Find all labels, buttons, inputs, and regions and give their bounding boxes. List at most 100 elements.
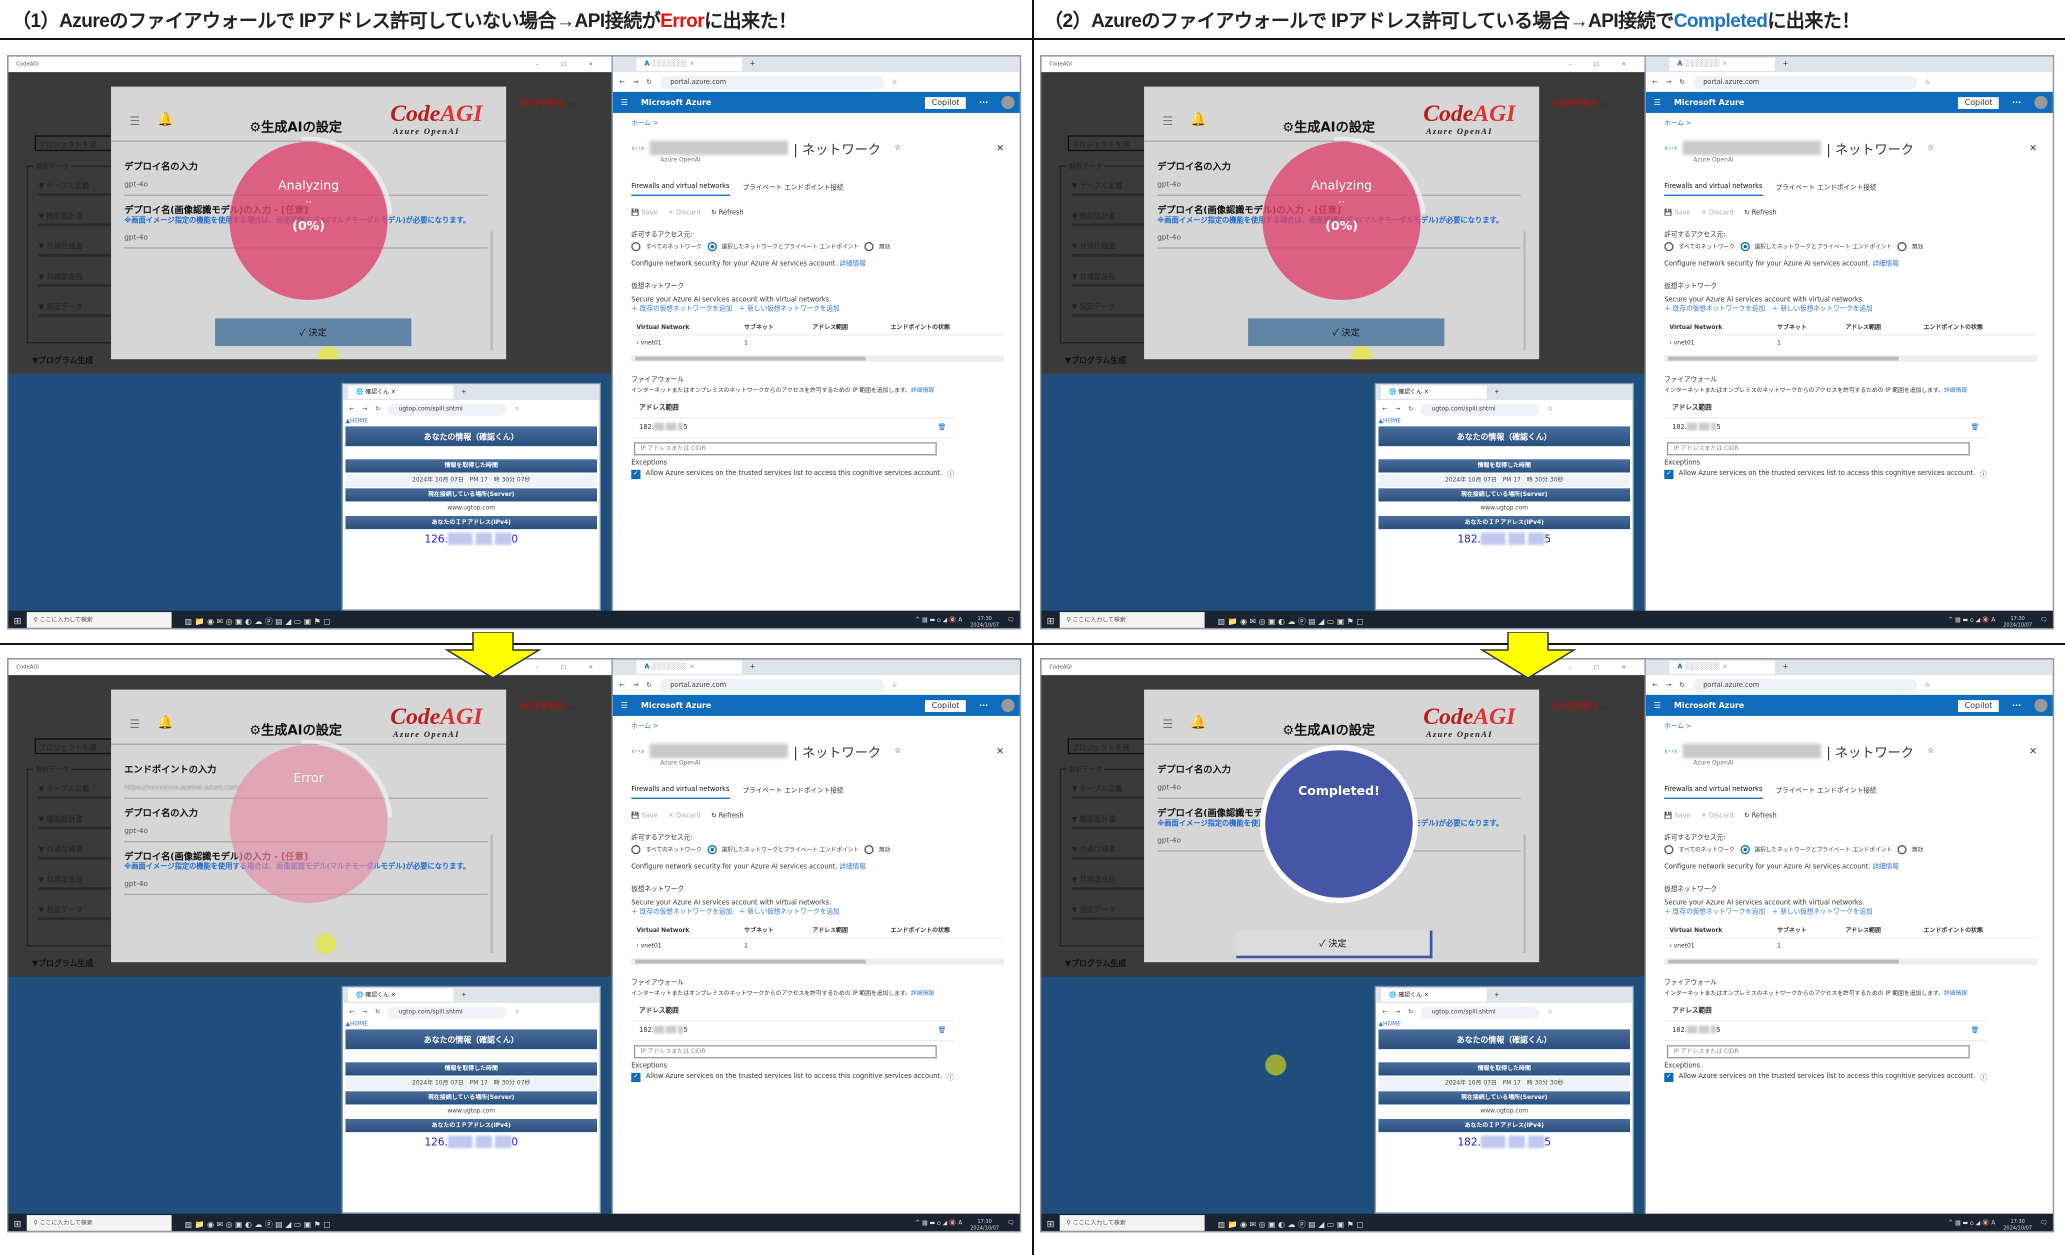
copilot-button[interactable]: Copilot [925, 96, 966, 109]
menu-icon[interactable]: ☰ [1654, 701, 1661, 710]
table-row[interactable]: › vnet01 1 [1664, 335, 2037, 353]
taskbar-apps[interactable]: ▥ 📁 ◉ ✉ ◎ ▣ ◐ ☁ ⓟ ▤ ◢ ▭ ▣ ⚑ ▢ [185, 1218, 331, 1229]
browser-tab[interactable]: A ░░░░░░░ × [1669, 660, 1775, 674]
add-new-vnet-link[interactable]: ＋ 新しい仮想ネットワークを追加 [739, 908, 840, 916]
browser-tab[interactable]: A ░░░░░░░ × [636, 660, 742, 674]
copilot-button[interactable]: Copilot [925, 699, 966, 712]
forward-icon[interactable]: → [1666, 78, 1672, 86]
horizontal-scrollbar[interactable] [1664, 958, 2037, 965]
refresh-button[interactable]: ↻ Refresh [711, 209, 743, 217]
taskbar-search[interactable]: ⚲ ここに入力して検索 [1059, 1215, 1205, 1231]
add-new-vnet-link[interactable]: ＋ 新しい仮想ネットワークを追加 [1772, 908, 1873, 916]
refresh-button[interactable]: ↻ Refresh [1744, 209, 1776, 217]
new-tab-button[interactable]: + [1783, 60, 1789, 68]
notification-icon[interactable]: 🗨 [1007, 1220, 1015, 1227]
notification-icon[interactable]: 🗨 [2040, 1220, 2048, 1227]
add-existing-vnet-link[interactable]: ＋ 既存の仮想ネットワークを追加 [1664, 908, 1765, 916]
forward-icon[interactable]: → [1666, 681, 1672, 689]
exception-checkbox[interactable]: ✓ [1664, 469, 1674, 480]
browser-tab[interactable]: 🌐 確認くん × [348, 385, 454, 399]
bell-icon[interactable]: 🔔 [1190, 113, 1206, 127]
program-generation-item[interactable]: ▼プログラム生成 [1065, 957, 1126, 969]
radio-button[interactable] [1897, 845, 1907, 855]
star-icon[interactable]: ☆ [892, 78, 898, 86]
back-icon[interactable]: ← [619, 78, 625, 86]
address-bar[interactable]: portal.azure.com [659, 75, 884, 89]
hamburger-menu-icon[interactable]: ☰ [1162, 116, 1173, 129]
address-bar[interactable]: portal.azure.com [1692, 75, 1917, 89]
confirm-button[interactable]: ✓ 決定 [1248, 318, 1445, 347]
info-icon[interactable]: ⓘ [947, 470, 954, 479]
horizontal-scrollbar[interactable] [1664, 355, 2037, 362]
more-icon[interactable]: ··· [2012, 701, 2021, 710]
more-icon[interactable]: ··· [979, 701, 988, 710]
back-icon[interactable]: ← [1652, 681, 1658, 689]
more-info-link[interactable]: 詳細情報 [1872, 260, 1898, 268]
add-existing-vnet-link[interactable]: ＋ 既存の仮想ネットワークを追加 [631, 305, 732, 313]
refresh-button[interactable]: ↻ Refresh [711, 812, 743, 820]
hamburger-menu-icon[interactable]: ☰ [129, 116, 140, 129]
favorite-star-icon[interactable]: ☆ [1927, 143, 1934, 152]
save-button[interactable]: 💾 Save [1664, 209, 1690, 217]
save-button[interactable]: 💾 Save [631, 209, 657, 217]
tab-firewalls[interactable]: Firewalls and virtual networks [631, 183, 730, 196]
forward-icon[interactable]: → [1395, 1009, 1400, 1016]
add-new-vnet-link[interactable]: ＋ 新しい仮想ネットワークを追加 [1772, 305, 1873, 313]
taskbar-apps[interactable]: ▥ 📁 ◉ ✉ ◎ ▣ ◐ ☁ ⓟ ▤ ◢ ▭ ▣ ⚑ ▢ [1218, 615, 1364, 626]
horizontal-scrollbar[interactable] [631, 958, 1004, 965]
star-icon[interactable]: ☆ [1547, 406, 1552, 413]
ip-cidr-input[interactable]: IP アドレスまたは CIDR [633, 1045, 937, 1059]
breadcrumb-home[interactable]: ホーム > [631, 721, 1004, 731]
program-generation-item[interactable]: ▼プログラム生成 [32, 354, 93, 366]
browser-tab[interactable]: 🌐 確認くん × [1381, 988, 1487, 1002]
scrollbar[interactable] [490, 834, 493, 954]
ip-cidr-input[interactable]: IP アドレスまたは CIDR [633, 442, 937, 456]
reload-icon[interactable]: ↻ [375, 406, 380, 413]
avatar[interactable] [1001, 698, 1015, 712]
hamburger-menu-icon[interactable]: ☰ [129, 719, 140, 732]
forward-icon[interactable]: → [1395, 406, 1400, 413]
more-icon[interactable]: ··· [2012, 98, 2021, 107]
hamburger-menu-icon[interactable]: ☰ [1162, 719, 1173, 732]
discard-button[interactable]: ✕ Discard [1701, 209, 1733, 217]
radio-button[interactable] [631, 845, 641, 855]
back-icon[interactable]: ← [1382, 406, 1387, 413]
program-generation-item[interactable]: ▼プログラム生成 [1065, 354, 1126, 366]
radio-button[interactable] [1739, 242, 1750, 252]
avatar[interactable] [2034, 698, 2048, 712]
table-row[interactable]: › vnet01 1 [631, 938, 1004, 956]
new-tab-button[interactable]: + [461, 389, 466, 396]
windows-start-icon[interactable]: ⊞ [8, 1218, 26, 1229]
tab-firewalls[interactable]: Firewalls and virtual networks [1664, 786, 1763, 799]
star-icon[interactable]: ☆ [514, 1009, 519, 1016]
exception-checkbox[interactable]: ✓ [631, 1072, 641, 1083]
notification-icon[interactable]: 🗨 [1007, 617, 1015, 624]
exception-checkbox[interactable]: ✓ [631, 469, 641, 480]
discard-button[interactable]: ✕ Discard [668, 209, 700, 217]
scrollbar[interactable] [490, 231, 493, 351]
browser-tab[interactable]: A ░░░░░░░ × [1669, 57, 1775, 71]
tab-private-endpoints[interactable]: プライベート エンドポイント接続 [743, 786, 844, 799]
copilot-button[interactable]: Copilot [1958, 96, 1999, 109]
reload-icon[interactable]: ↻ [1679, 681, 1685, 689]
reload-icon[interactable]: ↻ [1408, 406, 1413, 413]
add-new-vnet-link[interactable]: ＋ 新しい仮想ネットワークを追加 [739, 305, 840, 313]
home-link[interactable]: ▲HOME [1376, 1021, 1633, 1028]
add-existing-vnet-link[interactable]: ＋ 既存の仮想ネットワークを追加 [1664, 305, 1765, 313]
more-info-link[interactable]: 詳細情報 [911, 991, 934, 998]
table-row[interactable]: › vnet01 1 [631, 335, 1004, 353]
exception-checkbox[interactable]: ✓ [1664, 1072, 1674, 1083]
address-bar[interactable]: ugtop.com/spill.shtml [1421, 403, 1540, 416]
window-controls[interactable]: – □ × [1569, 663, 1637, 671]
breadcrumb-home[interactable]: ホーム > [1664, 721, 2037, 731]
tab-firewalls[interactable]: Firewalls and virtual networks [1664, 183, 1763, 196]
star-icon[interactable]: ☆ [514, 406, 519, 413]
back-icon[interactable]: ← [349, 406, 354, 413]
close-icon[interactable]: ✕ [2029, 143, 2037, 154]
info-icon[interactable]: ⓘ [1980, 1073, 1987, 1082]
table-row[interactable]: › vnet01 1 [1664, 938, 2037, 956]
trash-icon[interactable]: 🗑 [938, 424, 946, 432]
windows-start-icon[interactable]: ⊞ [1041, 1218, 1059, 1229]
star-icon[interactable]: ☆ [1547, 1009, 1552, 1016]
radio-button[interactable] [864, 242, 874, 252]
